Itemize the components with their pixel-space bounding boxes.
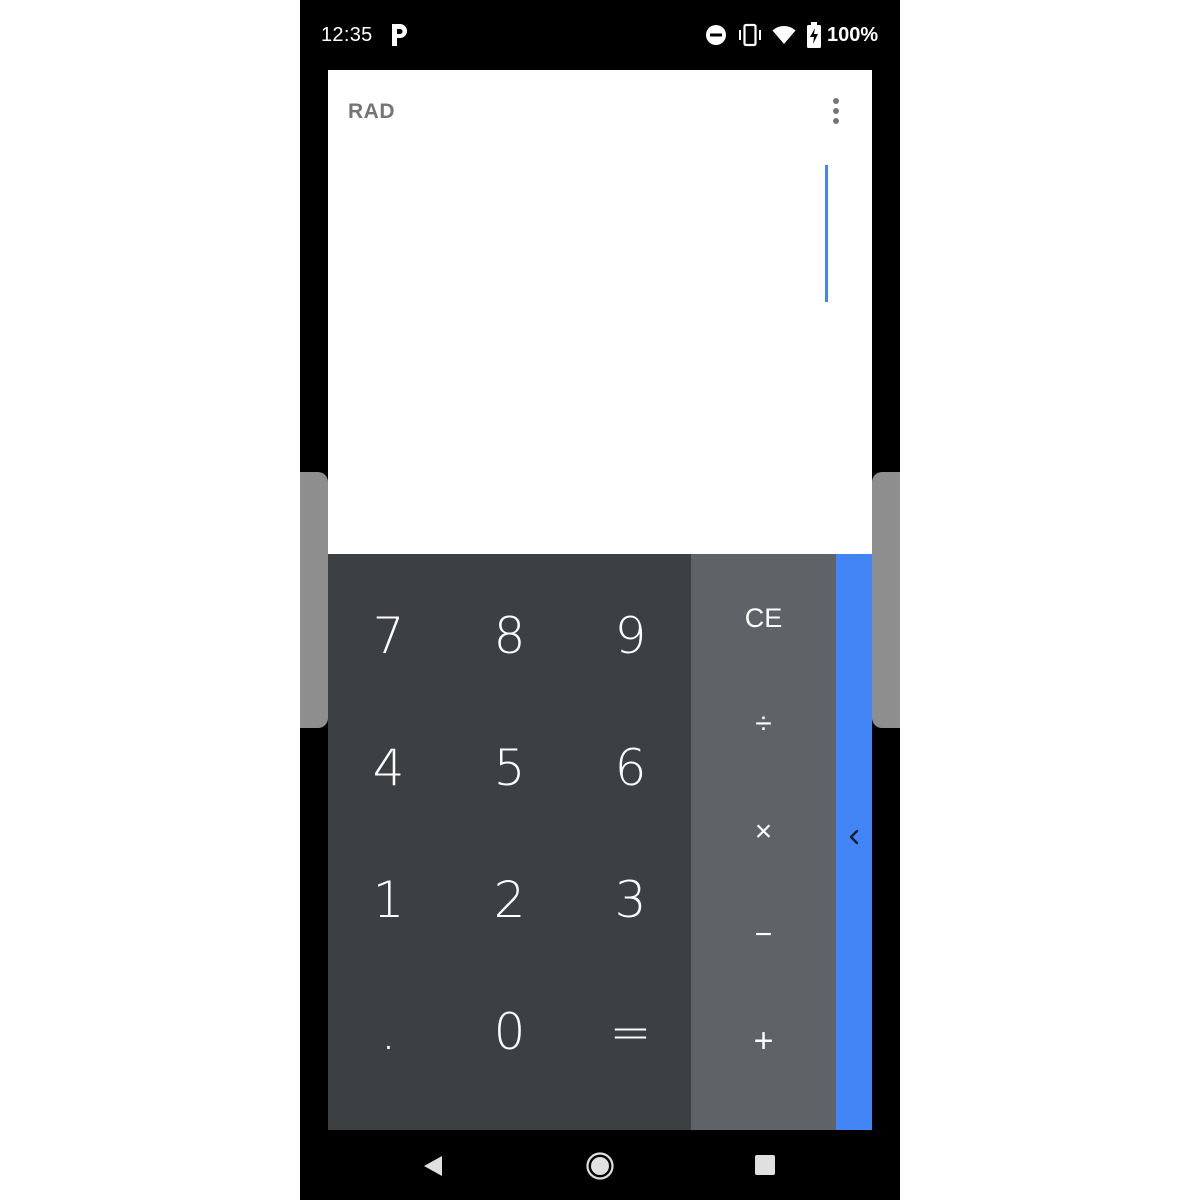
left-edge-handle[interactable] bbox=[300, 472, 328, 728]
divide-button[interactable]: ÷ bbox=[691, 670, 836, 778]
digit-7-button[interactable]: 7 bbox=[328, 570, 449, 702]
recents-icon[interactable] bbox=[755, 1155, 775, 1175]
home-icon[interactable] bbox=[586, 1152, 614, 1180]
operator-keypad: CE ÷ × − + bbox=[691, 554, 836, 1130]
digit-6-button[interactable]: 6 bbox=[570, 702, 691, 834]
wifi-icon bbox=[772, 26, 796, 44]
text-cursor bbox=[825, 165, 828, 302]
status-time: 12:35 bbox=[321, 24, 373, 46]
minus-button[interactable]: − bbox=[691, 882, 836, 988]
phone-screen: 12:35 100% RAD 7 8 9 4 5 6 1 2 3 . 0 = C… bbox=[300, 0, 900, 1200]
numeric-keypad: 7 8 9 4 5 6 1 2 3 . 0 = bbox=[328, 554, 691, 1130]
multiply-button[interactable]: × bbox=[691, 778, 836, 886]
navigation-bar bbox=[300, 1130, 900, 1200]
battery-percent: 100% bbox=[827, 24, 879, 46]
digit-9-button[interactable]: 9 bbox=[570, 570, 691, 702]
digit-0-button[interactable]: 0 bbox=[449, 966, 570, 1098]
calculator-display[interactable]: RAD bbox=[328, 70, 872, 554]
more-vert-icon[interactable] bbox=[824, 94, 848, 128]
decimal-point-button[interactable]: . bbox=[328, 966, 449, 1098]
advanced-panel-tab[interactable] bbox=[836, 554, 872, 1130]
plus-button[interactable]: + bbox=[691, 988, 836, 1094]
back-icon[interactable] bbox=[422, 1154, 444, 1178]
battery-charging-icon bbox=[807, 22, 821, 48]
digit-8-button[interactable]: 8 bbox=[449, 570, 570, 702]
digit-5-button[interactable]: 5 bbox=[449, 702, 570, 834]
status-bar: 12:35 100% bbox=[300, 0, 900, 70]
clear-entry-button[interactable]: CE bbox=[691, 566, 836, 670]
digit-4-button[interactable]: 4 bbox=[328, 702, 449, 834]
p-icon bbox=[392, 24, 407, 46]
angle-mode-label[interactable]: RAD bbox=[348, 100, 395, 124]
digit-3-button[interactable]: 3 bbox=[570, 834, 691, 966]
digit-1-button[interactable]: 1 bbox=[328, 834, 449, 966]
vibrate-icon bbox=[739, 23, 761, 47]
right-edge-handle[interactable] bbox=[872, 472, 900, 728]
chevron-left-icon bbox=[849, 829, 859, 845]
calculator-app: RAD 7 8 9 4 5 6 1 2 3 . 0 = CE ÷ × − + bbox=[328, 70, 872, 1130]
equals-button[interactable]: = bbox=[570, 966, 691, 1098]
digit-2-button[interactable]: 2 bbox=[449, 834, 570, 966]
do-not-disturb-icon bbox=[706, 25, 726, 45]
